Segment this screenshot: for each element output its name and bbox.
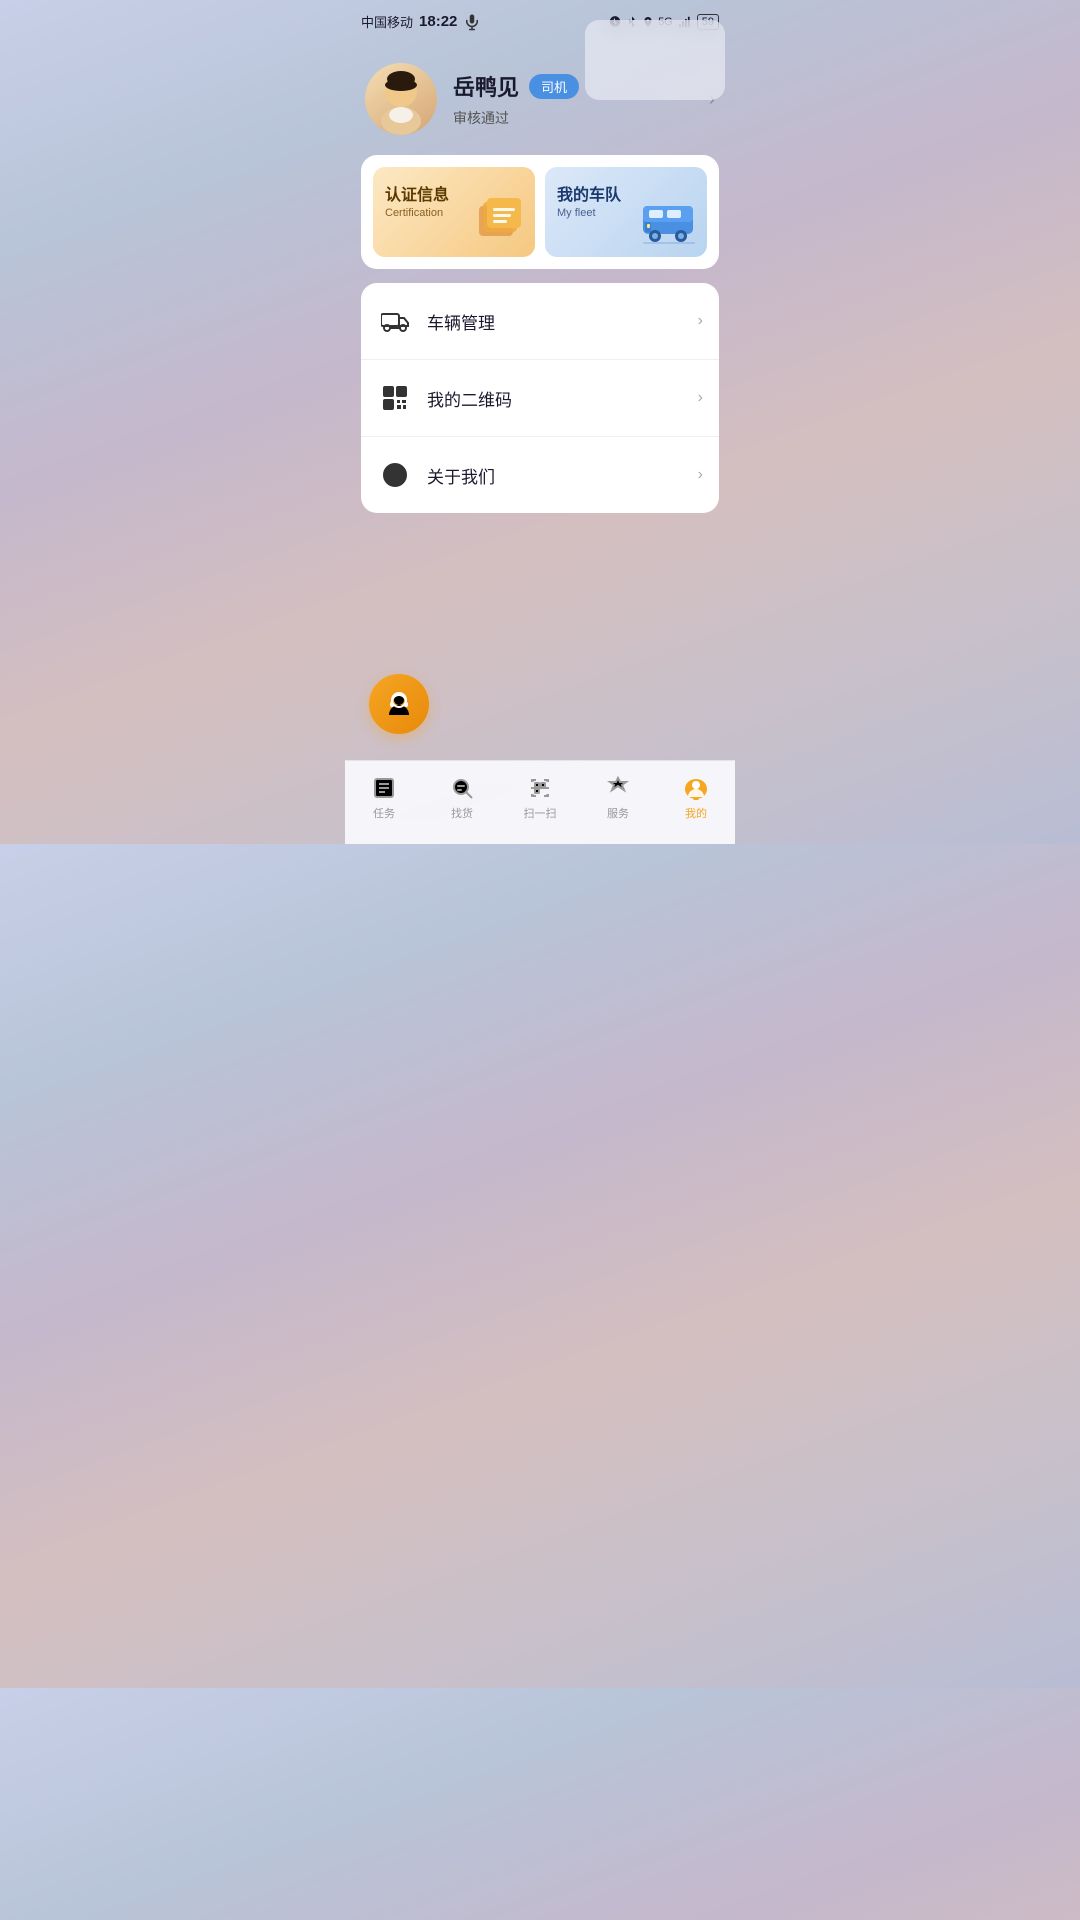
tab-bar: 任务 找货 扫一扫 <box>345 760 735 844</box>
tab-item-tasks[interactable]: 任务 <box>345 775 423 821</box>
menu-item-vehicle[interactable]: 车辆管理 › <box>361 283 719 360</box>
profile-name: 岳鸭见 <box>453 70 519 102</box>
qrcode-icon <box>377 380 413 416</box>
profile-status: 审核通过 <box>453 110 509 126</box>
vehicle-label: 车辆管理 <box>427 309 698 334</box>
service-icon <box>605 775 631 801</box>
avatar-figure-icon <box>365 63 437 135</box>
time-label: 18:22 <box>419 13 457 30</box>
cards-container: 认证信息 Certification 我的车队 My fleet <box>361 155 719 269</box>
voice-icon <box>463 13 481 31</box>
about-arrow: › <box>698 466 703 484</box>
info-icon <box>377 457 413 493</box>
float-support-button[interactable] <box>369 674 429 734</box>
scan-tab-label: 扫一扫 <box>524 805 557 821</box>
avatar[interactable] <box>365 63 437 135</box>
mine-icon <box>683 775 709 801</box>
scan-icon <box>527 775 553 801</box>
tab-item-search[interactable]: 找货 <box>423 775 501 821</box>
search-cargo-icon <box>449 775 475 801</box>
tab-item-service[interactable]: 服务 <box>579 775 657 821</box>
support-icon <box>384 689 414 719</box>
service-tab-label: 服务 <box>607 805 629 821</box>
truck-icon <box>377 303 413 339</box>
certification-icon <box>473 192 527 251</box>
notification-card <box>585 20 725 100</box>
search-tab-label: 找货 <box>451 805 473 821</box>
tab-item-mine[interactable]: 我的 <box>657 775 735 821</box>
carrier-label: 中国移动 <box>361 12 413 31</box>
qrcode-label: 我的二维码 <box>427 386 698 411</box>
vehicle-arrow: › <box>698 312 703 330</box>
menu-item-about[interactable]: 关于我们 › <box>361 437 719 513</box>
about-label: 关于我们 <box>427 463 698 488</box>
fleet-icon <box>639 192 699 251</box>
tab-item-scan[interactable]: 扫一扫 <box>501 775 579 821</box>
status-left: 中国移动 18:22 <box>361 12 481 31</box>
menu-container: 车辆管理 › 我的二维码 › <box>361 283 719 513</box>
tasks-icon <box>371 775 397 801</box>
certification-card[interactable]: 认证信息 Certification <box>373 167 535 257</box>
menu-item-qrcode[interactable]: 我的二维码 › <box>361 360 719 437</box>
mine-tab-label: 我的 <box>685 805 707 821</box>
tasks-tab-label: 任务 <box>373 805 395 821</box>
driver-badge: 司机 <box>529 74 579 99</box>
fleet-card[interactable]: 我的车队 My fleet <box>545 167 707 257</box>
qrcode-arrow: › <box>698 389 703 407</box>
